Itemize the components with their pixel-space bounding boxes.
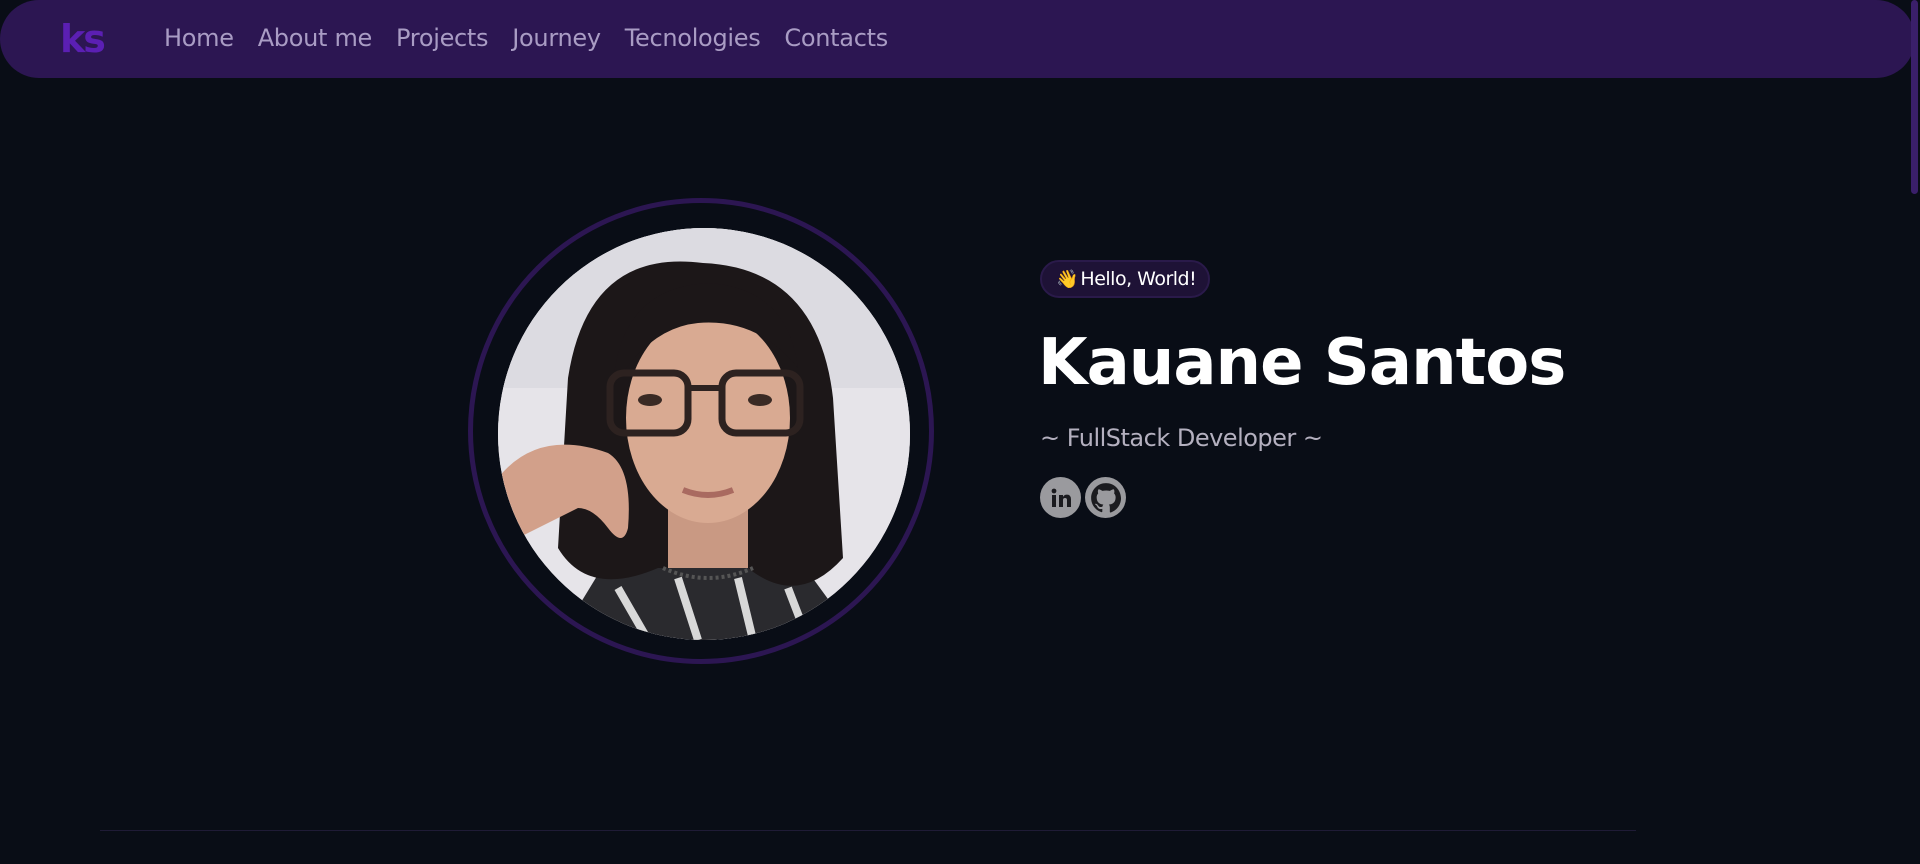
nav-link-journey[interactable]: Journey — [512, 22, 601, 54]
hero-name: Kauane Santos — [1038, 326, 1566, 400]
hero-role: ~ FullStack Developer ~ — [1040, 424, 1323, 452]
nav-link-tecnologies[interactable]: Tecnologies — [625, 22, 761, 54]
greeting-text: Hello, World! — [1080, 268, 1197, 290]
nav-link-about-me[interactable]: About me — [258, 22, 373, 54]
nav-links: Home About me Projects Journey Tecnologi… — [164, 22, 912, 54]
page: ks Home About me Projects Journey Tecnol… — [0, 0, 1920, 864]
nav-link-home[interactable]: Home — [164, 22, 234, 54]
waving-hand-icon: 👋 — [1056, 269, 1079, 289]
nav-link-projects[interactable]: Projects — [396, 22, 489, 54]
profile-photo — [498, 228, 910, 640]
greeting-badge: 👋 Hello, World! — [1040, 260, 1211, 298]
section-divider — [100, 830, 1636, 831]
nav-link-contacts[interactable]: Contacts — [784, 22, 888, 54]
logo[interactable]: ks — [60, 16, 106, 62]
github-link[interactable] — [1085, 477, 1126, 518]
scrollbar-thumb[interactable] — [1911, 0, 1918, 194]
navbar: ks Home About me Projects Journey Tecnol… — [0, 0, 1915, 78]
social-links — [1040, 477, 1126, 518]
linkedin-icon — [1051, 488, 1071, 507]
github-icon — [1090, 482, 1121, 512]
linkedin-link[interactable] — [1040, 477, 1081, 518]
